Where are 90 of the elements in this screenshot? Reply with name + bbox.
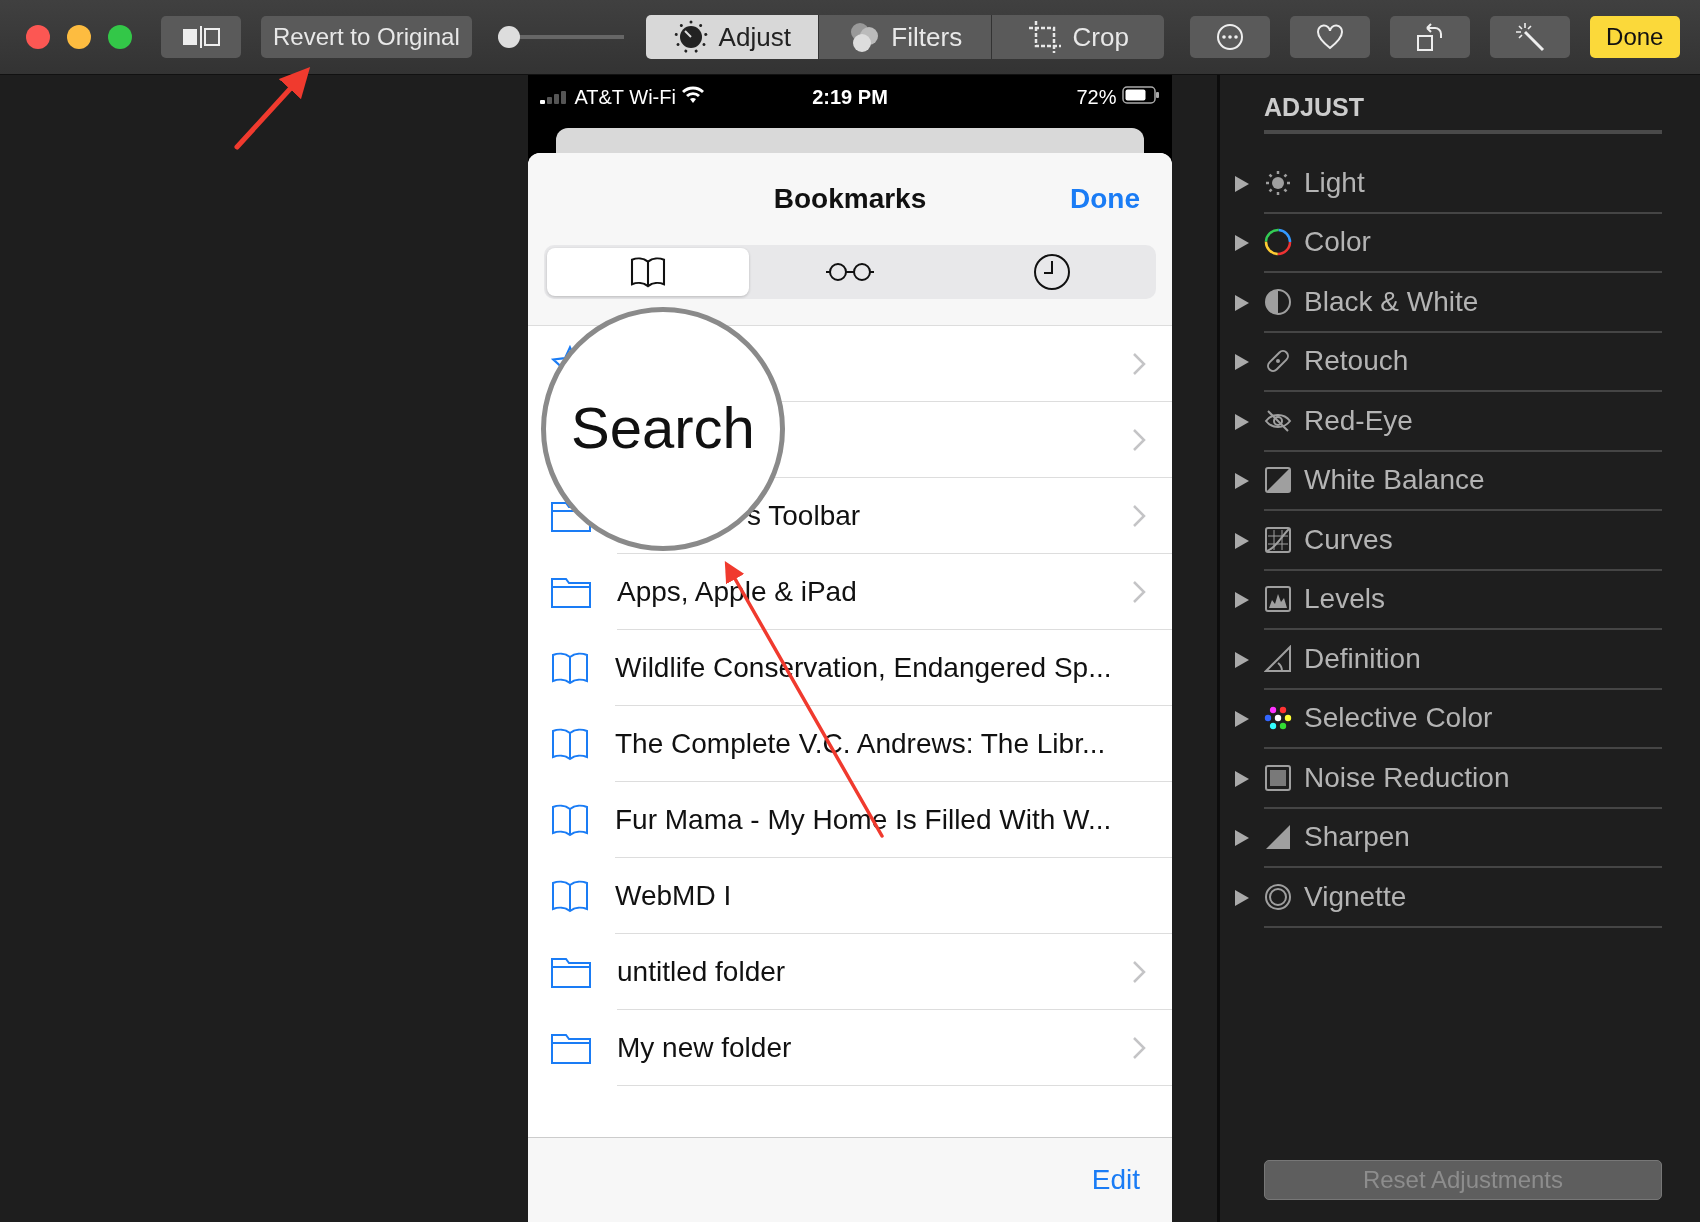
sheet-done-button[interactable]: Done [1064,182,1146,216]
adjustment-label[interactable]: White Balance [1304,464,1485,497]
auto-enhance-button[interactable] [1489,16,1570,58]
mode-label: Crop [1072,21,1129,53]
adjustment-label[interactable]: Color [1304,226,1371,259]
rotate-icon [1414,22,1445,52]
adjustment-label[interactable]: Light [1304,166,1365,199]
book-icon [550,651,590,685]
sun-icon [1264,168,1292,197]
disclosure-triangle-icon[interactable] [1234,769,1250,788]
glasses-icon [825,261,875,283]
book-icon [550,803,590,837]
disclosure-triangle-icon[interactable] [1234,591,1250,610]
zoom-window-button[interactable] [108,25,132,49]
split-square-icon [1264,466,1292,495]
minimize-window-button[interactable] [67,25,91,49]
folder-icon [550,575,592,609]
levels-icon [1264,585,1292,614]
mode-label: Adjust [718,21,791,53]
mode-label: Filters [891,21,963,53]
disclosure-triangle-icon[interactable] [1234,531,1250,550]
dial-icon [672,19,709,55]
disclosure-triangle-icon[interactable] [1234,710,1250,729]
disclosure-triangle-icon[interactable] [1234,353,1250,372]
more-icon [1215,23,1244,51]
magnified-text: Search [571,393,755,461]
adjustment-label[interactable]: Red-Eye [1304,404,1413,437]
chevron-icon [1132,351,1146,376]
color-wheel-icon [1264,228,1292,257]
disclosure-triangle-icon[interactable] [1234,888,1250,907]
disclosure-triangle-icon[interactable] [1234,293,1250,312]
adjustment-label[interactable]: Vignette [1304,880,1407,913]
disclosure-triangle-icon[interactable] [1234,412,1250,431]
mode-tab[interactable]: Crop [991,15,1164,59]
more-button[interactable] [1189,16,1270,58]
wifi-icon [681,86,706,104]
battery-label: 72% [1076,86,1117,108]
chevron-icon [1132,503,1146,528]
magic-wand-icon [1514,22,1545,52]
sharpen-icon [1264,823,1292,852]
mode-tab[interactable]: Filters [818,15,991,59]
mode-tab[interactable]: Adjust [645,15,818,59]
chevron-icon [1132,427,1146,452]
chevron-icon [1132,1035,1146,1060]
disclosure-triangle-icon[interactable] [1234,174,1250,193]
slider-thumb[interactable] [497,26,520,48]
disclosure-triangle-icon[interactable] [1234,472,1250,491]
folder-icon [550,955,592,989]
adjustment-label[interactable]: Levels [1304,583,1385,616]
bookmark-title: WebMD I [615,879,732,912]
edit-button[interactable]: Edit [1085,1163,1146,1197]
done-button[interactable]: Done [1589,16,1680,58]
chevron-icon [1132,579,1146,604]
time-label: 2:19 PM [811,86,889,109]
disclosure-triangle-icon[interactable] [1234,234,1250,253]
sheet-title: Bookmarks [773,183,927,215]
battery-icon [1122,86,1160,104]
bookmark-title: untitled folder [617,955,786,988]
adjustment-label[interactable]: Selective Color [1304,702,1493,735]
bookmark-tab[interactable] [547,248,749,296]
revert-button[interactable]: Revert to Original [261,16,472,58]
rotate-button[interactable] [1389,16,1470,58]
curves-icon [1264,525,1292,554]
triangle-icon [1264,644,1292,673]
split-view-icon [181,26,221,48]
disclosure-triangle-icon[interactable] [1234,829,1250,848]
disclosure-triangle-icon[interactable] [1234,650,1250,669]
split-view-button[interactable] [161,16,241,58]
chevron-icon [1132,959,1146,984]
carrier-label: AT&T Wi-Fi [574,86,676,108]
crop-icon [1026,19,1063,55]
folder-icon [550,1031,592,1065]
adjustment-label[interactable]: Black & White [1304,285,1479,318]
favorite-button[interactable] [1289,16,1370,58]
bookmark-title: My new folder [617,1031,792,1064]
vignette-icon [1264,882,1292,911]
clock-icon [1033,253,1071,291]
adjustment-label[interactable]: Retouch [1304,345,1409,378]
book-icon [550,727,590,761]
panel-heading: ADJUST [1264,75,1662,134]
book-icon [550,879,590,913]
adjustment-label[interactable]: Sharpen [1304,821,1410,854]
half-circle-icon [1264,287,1292,316]
close-window-button[interactable] [26,25,50,49]
adjustment-label[interactable]: Curves [1304,523,1393,556]
heart-icon [1315,24,1344,50]
adjustment-label[interactable]: Definition [1304,642,1421,675]
book-icon [629,256,667,288]
adjustment-label[interactable]: Noise Reduction [1304,761,1510,794]
noise-icon [1264,763,1292,792]
